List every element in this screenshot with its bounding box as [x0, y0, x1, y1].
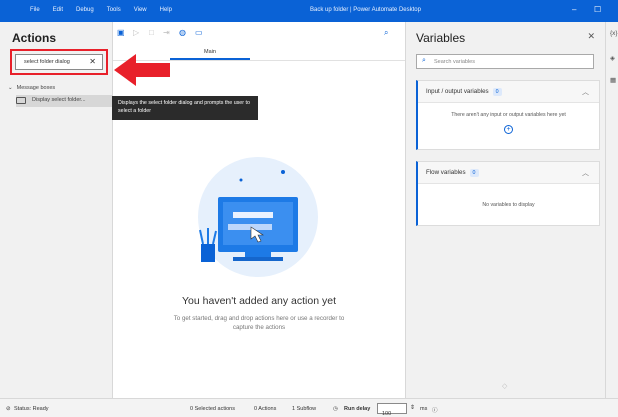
search-icon[interactable]: ⌕	[384, 28, 388, 38]
designer-toolbar: ▣ ▷ □ ⇥ ◍ ▭ ⌕	[113, 22, 405, 42]
menu-bar: File Edit Debug Tools View Help	[30, 7, 172, 13]
delay-stepper-icon[interactable]: ⇕	[410, 404, 415, 411]
highlight-frame	[10, 49, 108, 75]
maximize-icon[interactable]: ☐	[594, 5, 601, 14]
menu-view[interactable]: View	[134, 7, 147, 13]
io-empty-text: There aren't any input or output variabl…	[451, 112, 566, 118]
window-title: Back up folder | Power Automate Desktop	[310, 7, 421, 13]
chevron-down-icon: ⌄	[8, 85, 13, 91]
images-icon[interactable]: ▦	[610, 76, 616, 84]
variables-title: Variables	[416, 31, 466, 45]
status-text: Status: Ready	[14, 406, 49, 412]
io-variables-header[interactable]: Input / output variables 0 ︿	[418, 81, 599, 103]
flow-variables-card: Flow variables 0 ︿ No variables to displa…	[416, 161, 600, 226]
io-variables-body: There aren't any input or output variabl…	[418, 103, 599, 134]
action-tooltip: Displays the select folder dialog and pr…	[112, 96, 258, 120]
empty-state-subtitle: To get started, drag and drop actions he…	[173, 315, 345, 331]
step-icon[interactable]: ⇥	[163, 28, 170, 37]
tab-main[interactable]: Main	[170, 46, 250, 60]
minimize-icon[interactable]: –	[572, 5, 576, 14]
action-display-select-folder-dialog[interactable]: Display select folder...	[16, 95, 113, 107]
clock-icon: ◷	[333, 406, 338, 412]
search-icon: ⌕	[422, 57, 426, 64]
menu-debug[interactable]: Debug	[76, 7, 94, 13]
web-recorder-icon[interactable]: ◍	[179, 28, 186, 37]
subflow-count: 1 Subflow	[292, 406, 317, 412]
io-variables-title: Input / output variables 0	[426, 88, 502, 96]
stop-icon[interactable]: □	[149, 28, 154, 37]
flow-variables-header[interactable]: Flow variables 0 ︿	[418, 162, 599, 184]
io-count-badge: 0	[492, 88, 502, 96]
menu-tools[interactable]: Tools	[107, 7, 121, 13]
run-delay-input[interactable]: 100	[377, 403, 407, 417]
chevron-up-icon[interactable]: ︿	[582, 168, 589, 178]
red-arrow-annotation	[114, 54, 170, 86]
menu-help[interactable]: Help	[160, 7, 172, 13]
desktop-recorder-icon[interactable]: ▭	[195, 28, 203, 37]
flow-variables-title: Flow variables 0	[426, 169, 479, 177]
group-label: Message boxes	[16, 85, 56, 91]
actions-pane: Actions select folder dialog ✕ ⌄ Message …	[0, 22, 113, 398]
empty-state-illustration	[198, 157, 318, 277]
menu-file[interactable]: File	[30, 7, 40, 13]
chevron-up-icon[interactable]: ︿	[582, 87, 589, 97]
empty-state-title: You haven't added any action yet	[182, 295, 336, 307]
actions-title: Actions	[12, 31, 57, 45]
flow-count-badge: 0	[469, 169, 479, 177]
eraser-icon[interactable]: ◇	[502, 382, 507, 390]
variables-search-input[interactable]: ⌕ Search variables	[416, 54, 594, 69]
title-bar: File Edit Debug Tools View Help Back up …	[0, 0, 618, 22]
variables-pane: Variables ✕ ⌕ Search variables Input / o…	[405, 22, 605, 398]
variables-panel-icon[interactable]: {x}	[610, 30, 618, 37]
io-variables-card: Input / output variables 0 ︿ There aren't…	[416, 80, 600, 150]
menu-edit[interactable]: Edit	[53, 7, 63, 13]
flow-variables-body: No variables to display	[418, 184, 599, 208]
close-icon[interactable]: ✕	[587, 31, 595, 42]
run-icon[interactable]: ▷	[133, 28, 139, 37]
status-icon: ⊘	[6, 406, 11, 412]
variables-search-placeholder: Search variables	[434, 59, 475, 65]
run-delay-label: Run delay	[344, 406, 371, 412]
side-panel-strip: {x} ◈ ▦	[605, 22, 618, 398]
action-item-label: Display select folder...	[32, 97, 86, 103]
flow-empty-text: No variables to display	[482, 202, 535, 208]
ui-elements-icon[interactable]: ◈	[610, 54, 615, 62]
delay-unit: ms	[420, 406, 428, 412]
save-icon[interactable]: ▣	[117, 28, 125, 37]
actions-count: 0 Actions	[254, 406, 277, 412]
status-bar: ⊘ Status: Ready 0 Selected actions 0 Act…	[0, 398, 618, 417]
selected-actions-count: 0 Selected actions	[190, 406, 235, 412]
info-icon[interactable]: ⓘ	[432, 406, 438, 414]
message-box-icon	[16, 97, 26, 104]
action-group-message-boxes[interactable]: ⌄ Message boxes	[8, 85, 55, 91]
add-variable-icon[interactable]: +	[504, 125, 513, 134]
